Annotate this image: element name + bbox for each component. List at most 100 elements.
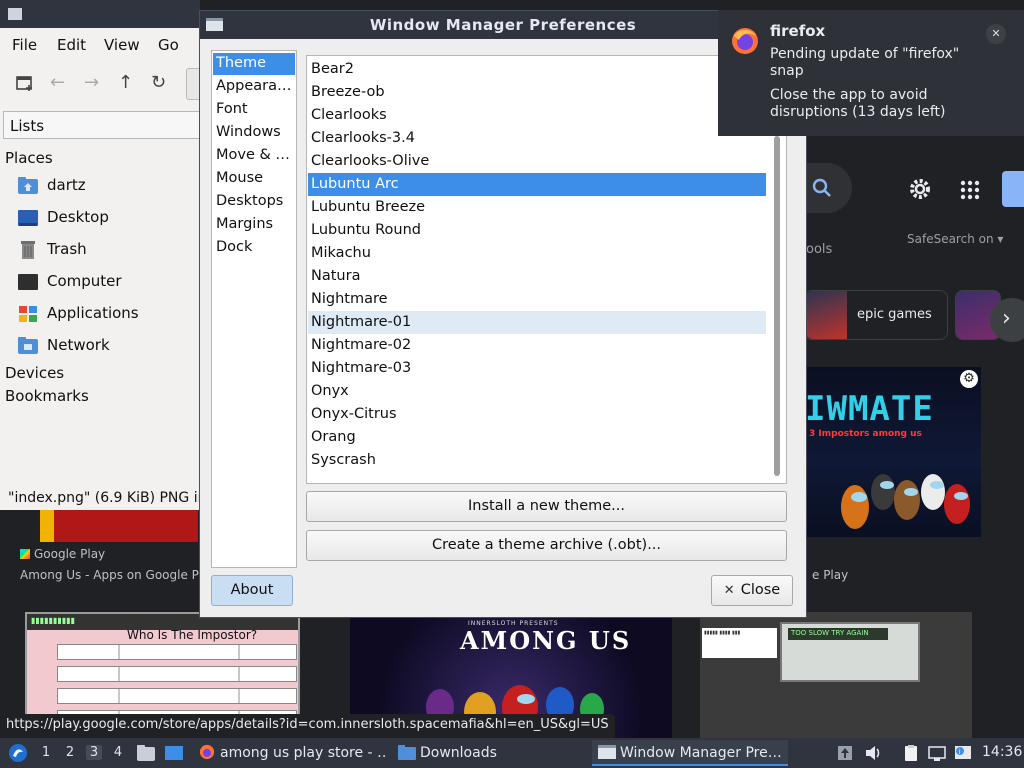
new-tab-icon[interactable] bbox=[16, 74, 34, 92]
theme-item[interactable]: Lubuntu Round bbox=[308, 219, 766, 242]
forward-icon[interactable]: → bbox=[84, 74, 99, 92]
workspace-3[interactable]: 3 bbox=[86, 745, 102, 760]
info-notification-icon[interactable]: i bbox=[954, 744, 972, 762]
category-move-resize[interactable]: Move & … bbox=[213, 145, 295, 167]
theme-item[interactable]: Clearlooks-Olive bbox=[308, 150, 766, 173]
clipboard-icon[interactable] bbox=[902, 744, 920, 762]
close-button[interactable]: ✕ Close bbox=[711, 575, 793, 606]
firefox-icon bbox=[732, 28, 758, 54]
folder-icon bbox=[8, 8, 22, 20]
thumb-title: IWMATE bbox=[805, 389, 934, 429]
volume-icon[interactable] bbox=[864, 744, 882, 762]
crewmates-illustration bbox=[841, 474, 970, 529]
settings-gear-icon[interactable] bbox=[907, 176, 933, 202]
category-font[interactable]: Font bbox=[213, 99, 295, 121]
start-menu-icon[interactable] bbox=[8, 743, 28, 763]
sign-in-button[interactable] bbox=[1002, 171, 1024, 207]
task-label: Downloads bbox=[420, 745, 497, 761]
theme-item[interactable]: Nightmare-02 bbox=[308, 334, 766, 357]
place-computer[interactable]: Computer bbox=[18, 269, 200, 295]
about-button[interactable]: About bbox=[211, 575, 293, 606]
category-margins[interactable]: Margins bbox=[213, 214, 295, 236]
network-status-icon[interactable] bbox=[928, 744, 946, 762]
category-windows[interactable]: Windows bbox=[213, 122, 295, 144]
theme-item[interactable]: Bear2 bbox=[308, 58, 766, 81]
menu-file[interactable]: File bbox=[12, 36, 37, 54]
notification-close-icon[interactable]: ✕ bbox=[986, 24, 1006, 44]
dialog-titlebar[interactable]: Window Manager Preferences bbox=[200, 11, 806, 39]
place-label: Network bbox=[47, 336, 110, 354]
notification-body: Close the app to avoid disruptions (13 d… bbox=[770, 87, 946, 120]
theme-item[interactable]: Nightmare bbox=[308, 288, 766, 311]
image-thumbnail[interactable]: IWMATE 3 Impostors among us ⚙ bbox=[805, 367, 981, 537]
result-title-link[interactable]: Among Us - Apps on Google Play bbox=[20, 568, 217, 582]
side-pane-mode[interactable]: Lists bbox=[3, 111, 200, 139]
category-theme[interactable]: Theme bbox=[213, 53, 295, 75]
category-dock[interactable]: Dock bbox=[213, 237, 295, 259]
theme-item[interactable]: Lubuntu Breeze bbox=[308, 196, 766, 219]
show-desktop-icon[interactable] bbox=[164, 743, 184, 763]
menu-go[interactable]: Go bbox=[158, 36, 179, 54]
result-thumbnail[interactable] bbox=[40, 505, 198, 542]
theme-item[interactable]: Breeze-ob bbox=[308, 81, 766, 104]
path-bar-edge[interactable] bbox=[186, 68, 200, 100]
result-source: Google Play bbox=[20, 547, 105, 561]
safesearch-toggle[interactable]: SafeSearch on ▾ bbox=[907, 232, 1003, 246]
back-icon[interactable]: ← bbox=[50, 74, 65, 92]
thumb-too-slow: TOO SLOW TRY AGAIN bbox=[788, 628, 888, 640]
menu-view[interactable]: View bbox=[104, 36, 140, 54]
place-label: Computer bbox=[47, 272, 122, 290]
task-firefox[interactable]: among us play store - … bbox=[192, 740, 388, 766]
chip-thumbnail bbox=[805, 291, 847, 339]
file-manager-window: File Edit View Go ← → ↑ ↻ Lists Places d… bbox=[0, 0, 200, 510]
file-manager-launcher-icon[interactable] bbox=[136, 743, 156, 763]
category-mouse[interactable]: Mouse bbox=[213, 168, 295, 190]
up-icon[interactable]: ↑ bbox=[118, 74, 133, 92]
place-dartz[interactable]: dartz bbox=[18, 173, 200, 199]
theme-item-hovered[interactable]: Nightmare-01 bbox=[308, 311, 766, 334]
theme-item[interactable]: Onyx-Citrus bbox=[308, 403, 766, 426]
place-network[interactable]: Network bbox=[18, 333, 200, 359]
category-appearance[interactable]: Appeara… bbox=[213, 76, 295, 98]
category-desktops[interactable]: Desktops bbox=[213, 191, 295, 213]
update-notifier-icon[interactable] bbox=[836, 744, 854, 762]
theme-item[interactable]: Onyx bbox=[308, 380, 766, 403]
theme-item[interactable]: Nightmare-03 bbox=[308, 357, 766, 380]
gear-icon[interactable]: ⚙ bbox=[960, 370, 978, 388]
create-theme-archive-button[interactable]: Create a theme archive (.obt)... bbox=[306, 530, 787, 561]
thumb-row bbox=[57, 666, 297, 682]
firefox-icon bbox=[199, 744, 215, 760]
menu-edit[interactable]: Edit bbox=[57, 36, 86, 54]
places-header: Places bbox=[5, 149, 53, 167]
install-theme-button[interactable]: Install a new theme... bbox=[306, 491, 787, 522]
window-icon bbox=[598, 745, 616, 759]
theme-item[interactable]: Clearlooks bbox=[308, 104, 766, 127]
scrollbar-thumb[interactable] bbox=[774, 136, 780, 476]
notification-popup[interactable]: firefox Pending update of "firefox" snap… bbox=[718, 10, 1024, 136]
workspace-2[interactable]: 2 bbox=[62, 745, 78, 760]
workspace-1[interactable]: 1 bbox=[38, 745, 54, 760]
related-chip-epic-games[interactable]: epic games bbox=[804, 290, 948, 340]
clock[interactable]: 14:36 bbox=[982, 744, 1022, 760]
reload-icon[interactable]: ↻ bbox=[151, 74, 166, 92]
file-manager-titlebar[interactable] bbox=[0, 0, 200, 28]
home-folder-icon bbox=[18, 177, 38, 194]
place-trash[interactable]: Trash bbox=[18, 237, 200, 263]
thumb-whois: Who Is The Impostor? bbox=[127, 628, 258, 642]
place-label: Trash bbox=[47, 240, 87, 258]
task-downloads[interactable]: Downloads bbox=[392, 740, 582, 766]
result-title-link-right[interactable]: e Play bbox=[812, 568, 848, 582]
apps-grid-icon[interactable] bbox=[960, 180, 980, 200]
tools-link[interactable]: ools bbox=[806, 242, 832, 257]
theme-item[interactable]: Orang bbox=[308, 426, 766, 449]
theme-item[interactable]: Syscrash bbox=[308, 449, 766, 472]
theme-item[interactable]: Mikachu bbox=[308, 242, 766, 265]
task-window-manager-preferences[interactable]: Window Manager Pre… bbox=[592, 740, 788, 766]
workspace-4[interactable]: 4 bbox=[110, 745, 126, 760]
place-desktop[interactable]: Desktop bbox=[18, 205, 200, 231]
theme-item-selected[interactable]: Lubuntu Arc bbox=[308, 173, 766, 196]
theme-item[interactable]: Clearlooks-3.4 bbox=[308, 127, 766, 150]
theme-item[interactable]: Natura bbox=[308, 265, 766, 288]
image-thumbnail-too-slow[interactable]: ▮▮▮▮▮ ▮▮▮▮ ▮▮▮ TOO SLOW TRY AGAIN ⚙ bbox=[700, 612, 972, 738]
place-applications[interactable]: Applications bbox=[18, 301, 200, 327]
